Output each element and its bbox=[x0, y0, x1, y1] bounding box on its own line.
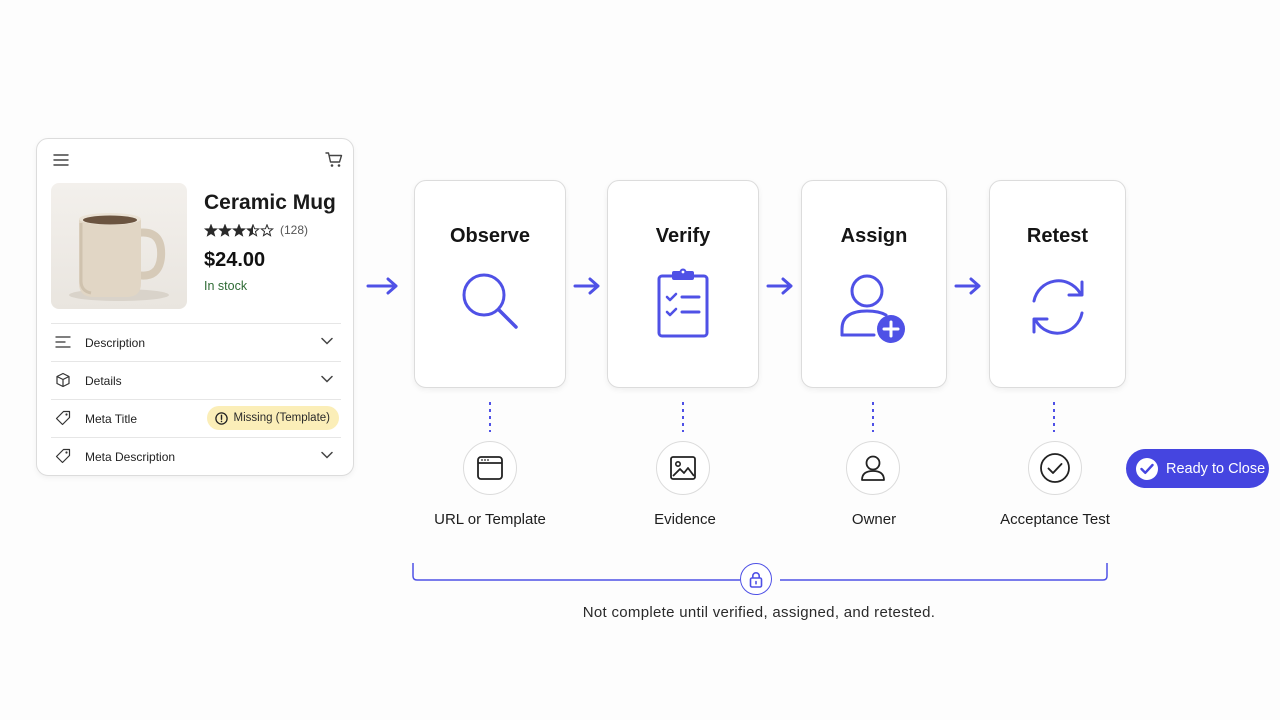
browser-window-icon bbox=[477, 456, 503, 480]
arrow-right-icon bbox=[573, 277, 600, 295]
check-circle-icon bbox=[1040, 453, 1070, 483]
rating: (128) bbox=[204, 223, 308, 237]
arrow-right-icon bbox=[954, 277, 981, 295]
arrow-right-icon bbox=[366, 277, 398, 295]
box-icon bbox=[56, 372, 70, 388]
step-retest: Retest bbox=[989, 180, 1126, 388]
tag-icon bbox=[55, 448, 71, 464]
dotted-connector bbox=[682, 402, 684, 432]
tag-icon bbox=[55, 410, 71, 426]
step-title: Observe bbox=[449, 225, 531, 247]
sub-label: Acceptance Test bbox=[1000, 511, 1110, 528]
product-image bbox=[51, 183, 187, 309]
cart-icon[interactable] bbox=[325, 151, 343, 168]
row-meta-description[interactable]: Meta Description bbox=[51, 437, 341, 475]
row-description[interactable]: Description bbox=[51, 323, 341, 361]
add-user-icon bbox=[840, 274, 905, 343]
sub-label: Owner bbox=[851, 511, 897, 528]
row-meta-title[interactable]: Meta Title Missing (Template) bbox=[51, 399, 341, 437]
star bbox=[231, 223, 247, 237]
lock-icon bbox=[740, 563, 772, 595]
star bbox=[204, 223, 219, 237]
mug-image bbox=[69, 213, 169, 301]
row-label: Meta Title bbox=[85, 411, 138, 426]
image-icon bbox=[670, 456, 696, 480]
refresh-icon bbox=[1032, 279, 1083, 335]
dotted-connector bbox=[872, 402, 874, 432]
row-details[interactable]: Details bbox=[51, 361, 341, 399]
arrow-right-icon bbox=[766, 277, 793, 295]
sub-step-evidence bbox=[656, 441, 710, 495]
product-price: $24.00 bbox=[204, 249, 266, 271]
product-title: Ceramic Mug bbox=[204, 191, 336, 214]
missing-badge: Missing (Template) bbox=[206, 406, 339, 430]
ready-label: Ready to Close bbox=[1166, 460, 1266, 477]
row-label: Meta Description bbox=[85, 449, 176, 464]
product-card: Ceramic Mug (128) $24.00 In stock Descri… bbox=[36, 138, 354, 476]
check-icon bbox=[1136, 457, 1158, 480]
row-label: Description bbox=[85, 335, 146, 350]
text-lines-icon bbox=[55, 336, 71, 348]
attribute-list: Description Details Meta Title Missing (… bbox=[51, 323, 341, 475]
user-icon bbox=[861, 455, 885, 481]
sub-label: Evidence bbox=[654, 511, 716, 528]
star bbox=[259, 223, 274, 237]
step-title: Retest bbox=[1026, 225, 1089, 247]
rating-count: (128) bbox=[280, 223, 309, 237]
step-verify: Verify bbox=[607, 180, 759, 388]
star bbox=[217, 223, 233, 237]
step-observe: Observe bbox=[414, 180, 566, 388]
clipboard-checklist-icon bbox=[657, 268, 709, 338]
stock-status: In stock bbox=[204, 279, 248, 293]
ready-to-close-button[interactable]: Ready to Close bbox=[1126, 449, 1269, 488]
chevron-down-icon[interactable] bbox=[321, 451, 333, 459]
step-title: Verify bbox=[655, 225, 711, 247]
sub-step-url bbox=[463, 441, 517, 495]
sub-step-owner bbox=[846, 441, 900, 495]
row-label: Details bbox=[85, 373, 122, 388]
sub-step-acceptance bbox=[1028, 441, 1082, 495]
badge-label: Missing (Template) bbox=[233, 412, 331, 424]
chevron-down-icon[interactable] bbox=[321, 337, 333, 345]
footer-note: Not complete until verified, assigned, a… bbox=[582, 604, 936, 621]
star-rating-icon bbox=[204, 223, 274, 237]
step-title: Assign bbox=[840, 225, 908, 247]
step-assign: Assign bbox=[801, 180, 947, 388]
menu-icon[interactable] bbox=[53, 153, 69, 167]
dotted-connector bbox=[1053, 402, 1055, 432]
dotted-connector bbox=[489, 402, 491, 432]
magnifier-icon bbox=[462, 273, 518, 329]
sub-label: URL or Template bbox=[434, 511, 546, 528]
alert-icon bbox=[214, 411, 228, 425]
chevron-down-icon[interactable] bbox=[321, 375, 333, 383]
star bbox=[245, 223, 261, 237]
